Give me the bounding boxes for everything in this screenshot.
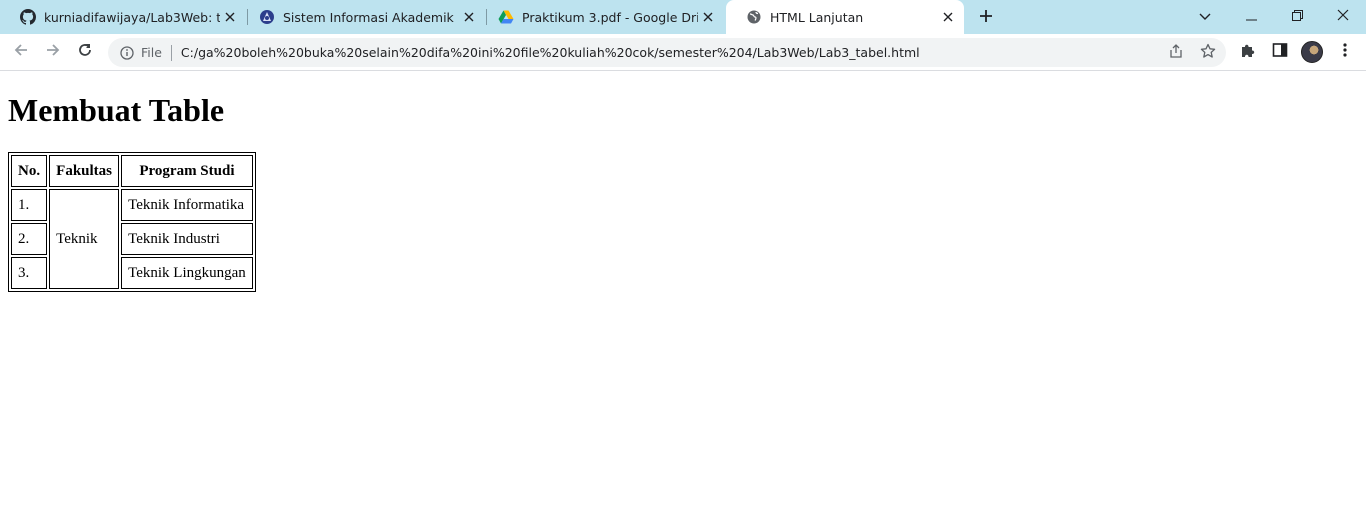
tab-title: Praktikum 3.pdf - Google Drive [522, 9, 698, 25]
restore-button[interactable] [1274, 0, 1320, 30]
header-program-studi: Program Studi [121, 155, 253, 187]
close-icon[interactable] [938, 7, 958, 27]
cell-program-studi: Teknik Industri [121, 223, 253, 255]
globe-icon [746, 9, 762, 25]
address-bar[interactable]: File C:/ga%20boleh%20buka%20selain%20dif… [108, 38, 1226, 67]
chevron-down-icon [1199, 6, 1211, 25]
star-icon [1200, 43, 1216, 63]
header-fakultas: Fakultas [49, 155, 120, 187]
close-icon[interactable] [220, 7, 240, 27]
forward-button[interactable] [39, 38, 67, 66]
data-table: No. Fakultas Program Studi 1. Teknik Tek… [8, 152, 256, 292]
plus-icon [979, 8, 993, 27]
profile-button[interactable] [1298, 38, 1326, 66]
google-drive-icon [498, 9, 514, 25]
tab-title: Sistem Informasi Akademik [283, 9, 454, 25]
tab-google-drive[interactable]: Praktikum 3.pdf - Google Drive [478, 0, 724, 34]
restore-icon [1291, 6, 1303, 25]
bookmark-button[interactable] [1194, 39, 1222, 67]
tab-strip: kurniadifawijaya/Lab3Web: tugas Sistem I… [0, 0, 1366, 34]
cell-program-studi: Teknik Informatika [121, 189, 253, 221]
reload-icon [77, 42, 93, 62]
page-heading: Membuat Table [8, 92, 225, 128]
table-row: 3. Teknik Lingkungan [11, 257, 253, 289]
table-row: 1. Teknik Teknik Informatika [11, 189, 253, 289]
new-tab-button[interactable] [975, 6, 997, 28]
cell-no: 3. [11, 257, 48, 289]
campus-logo-icon [259, 9, 275, 25]
close-window-button[interactable] [1320, 0, 1366, 30]
reload-button[interactable] [71, 38, 99, 66]
minimize-button[interactable] [1228, 0, 1274, 30]
browser-toolbar: File C:/ga%20boleh%20buka%20selain%20dif… [0, 34, 1366, 71]
close-icon [1337, 6, 1349, 25]
close-icon[interactable] [459, 7, 479, 27]
share-button[interactable] [1162, 39, 1190, 67]
tab-github[interactable]: kurniadifawijaya/Lab3Web: tugas [0, 0, 246, 34]
header-no: No. [11, 155, 48, 187]
tab-title: HTML Lanjutan [770, 9, 864, 25]
arrow-left-icon [13, 42, 29, 62]
tab-title: kurniadifawijaya/Lab3Web: tugas [44, 9, 220, 25]
tab-html-lanjutan[interactable]: HTML Lanjutan [726, 0, 964, 34]
side-panel-button[interactable] [1266, 38, 1294, 66]
tab-search-button[interactable] [1182, 0, 1228, 30]
menu-button[interactable] [1331, 38, 1359, 66]
table-row: 2. Teknik Industri [11, 223, 253, 255]
cell-fakultas: Teknik [49, 189, 120, 289]
scheme-label: File [141, 45, 162, 60]
minimize-icon [1245, 6, 1257, 25]
close-icon[interactable] [698, 7, 718, 27]
table-header-row: No. Fakultas Program Studi [11, 155, 253, 187]
url-text[interactable]: C:/ga%20boleh%20buka%20selain%20difa%20i… [181, 45, 1162, 60]
page-content: Membuat Table No. Fakultas Program Studi… [0, 71, 1366, 511]
back-button[interactable] [7, 38, 35, 66]
arrow-right-icon [45, 42, 61, 62]
side-panel-icon [1272, 42, 1288, 62]
info-icon[interactable] [119, 45, 135, 61]
kebab-menu-icon [1343, 42, 1347, 62]
tab-siakad[interactable]: Sistem Informasi Akademik [239, 0, 485, 34]
cell-no: 2. [11, 223, 48, 255]
github-icon [20, 9, 36, 25]
avatar [1301, 41, 1323, 63]
cell-no: 1. [11, 189, 48, 221]
puzzle-icon [1240, 42, 1256, 62]
cell-program-studi: Teknik Lingkungan [121, 257, 253, 289]
extensions-button[interactable] [1234, 38, 1262, 66]
divider [170, 44, 172, 61]
share-icon [1168, 43, 1184, 63]
